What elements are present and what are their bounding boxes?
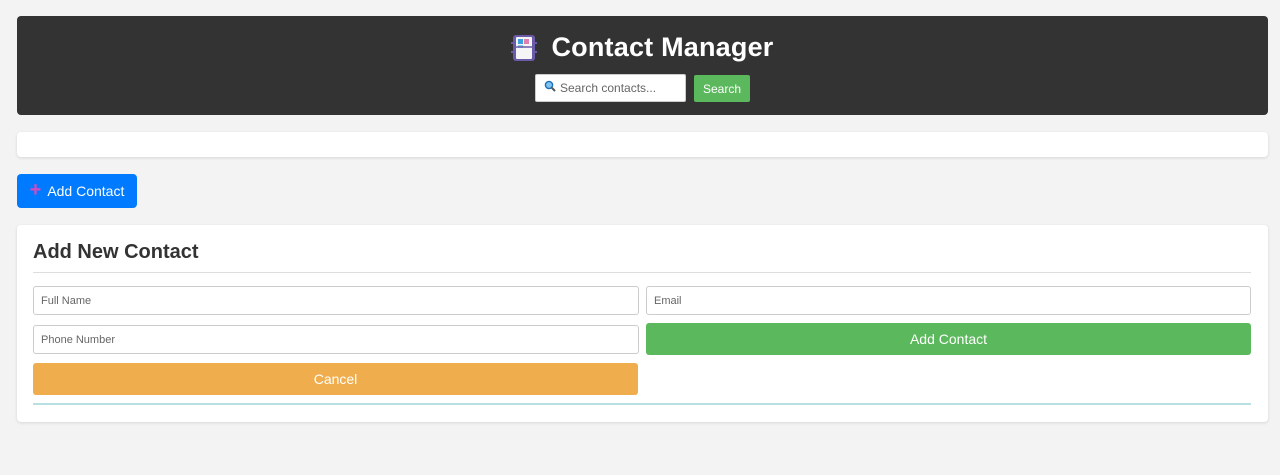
add-contact-toggle-button[interactable]: + Add Contact (17, 174, 137, 208)
search-input[interactable] (560, 81, 678, 95)
search-field[interactable] (535, 74, 686, 102)
cancel-button[interactable]: Cancel (33, 363, 638, 395)
form-divider (33, 272, 1251, 273)
form-heading: Add New Contact (33, 241, 199, 263)
page-title: Contact Manager (551, 32, 774, 62)
app-header: Contact Manager Search (17, 16, 1268, 115)
phone-field[interactable] (33, 325, 639, 354)
magnifier-icon (544, 79, 556, 97)
form-bottom-divider (33, 403, 1251, 405)
add-contact-form: Add New Contact Add Contact Cancel (17, 225, 1268, 422)
title-row: Contact Manager (17, 32, 1268, 63)
contacts-list-panel (17, 132, 1268, 157)
email-field[interactable] (646, 286, 1251, 315)
search-bar: Search (17, 74, 1268, 102)
add-contact-toggle-label: Add Contact (47, 183, 125, 199)
plus-icon: + (29, 179, 42, 201)
address-book-icon (511, 33, 538, 63)
full-name-field[interactable] (33, 286, 639, 315)
search-button[interactable]: Search (694, 75, 750, 102)
submit-add-contact-button[interactable]: Add Contact (646, 323, 1251, 355)
